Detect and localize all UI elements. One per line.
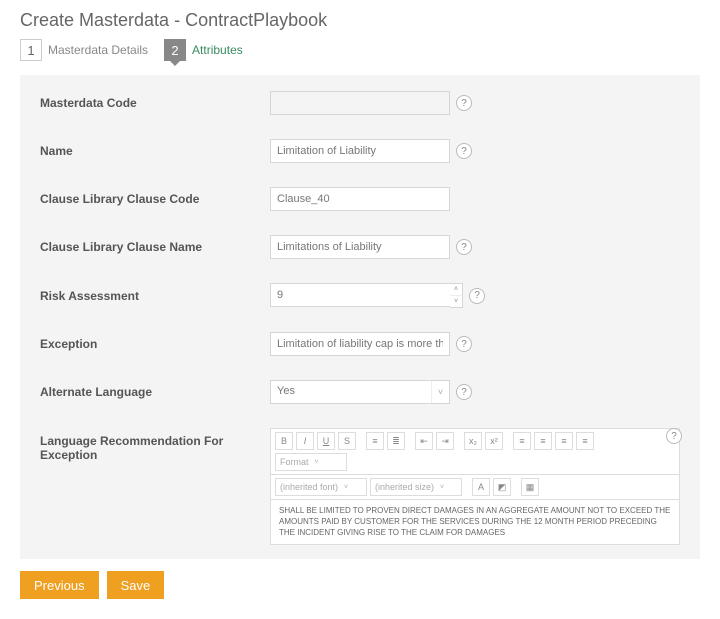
wizard-steps: 1 Masterdata Details 2 Attributes xyxy=(20,39,700,61)
alt-lang-value: Yes xyxy=(271,381,431,403)
exception-label: Exception xyxy=(40,337,270,351)
clause-name-label: Clause Library Clause Name xyxy=(40,240,270,254)
align-center-button[interactable]: ≡ xyxy=(534,432,552,450)
separator-icon xyxy=(465,478,469,496)
name-input[interactable] xyxy=(270,139,450,163)
chevron-down-icon: ˅ xyxy=(440,484,444,491)
font-family-label: (inherited font) xyxy=(280,482,338,492)
superscript-button[interactable]: x² xyxy=(485,432,503,450)
editor-content[interactable]: SHALL BE LIMITED TO PROVEN DIRECT DAMAGE… xyxy=(270,500,680,545)
risk-stepper[interactable]: ˄ ˅ xyxy=(270,283,463,308)
previous-button[interactable]: Previous xyxy=(20,571,99,599)
list-unordered-button[interactable]: ≣ xyxy=(387,432,405,450)
subscript-button[interactable]: x₂ xyxy=(464,432,482,450)
font-size-select[interactable]: (inherited size) ˅ xyxy=(370,478,462,496)
bg-color-button[interactable]: ◩ xyxy=(493,478,511,496)
list-ordered-button[interactable]: ≡ xyxy=(366,432,384,450)
help-icon[interactable]: ? xyxy=(456,143,472,159)
risk-input[interactable] xyxy=(270,283,450,307)
save-button[interactable]: Save xyxy=(107,571,165,599)
format-select[interactable]: Format ˅ xyxy=(275,453,347,471)
step-2-label[interactable]: Attributes xyxy=(192,39,243,57)
outdent-button[interactable]: ⇤ xyxy=(415,432,433,450)
font-size-label: (inherited size) xyxy=(375,482,434,492)
help-icon[interactable]: ? xyxy=(456,384,472,400)
step-1-number[interactable]: 1 xyxy=(20,39,42,61)
form-area: Masterdata Code ? Name ? Clause Library … xyxy=(20,75,700,559)
help-icon[interactable]: ? xyxy=(456,239,472,255)
help-icon[interactable]: ? xyxy=(666,428,682,444)
page-title: Create Masterdata - ContractPlaybook xyxy=(20,10,700,31)
lang-rec-label: Language Recommendation For Exception xyxy=(40,428,270,462)
chevron-down-icon[interactable]: ˅ xyxy=(450,296,462,307)
bold-button[interactable]: B xyxy=(275,432,293,450)
rich-editor: ? B I U S ≡ ≣ ⇤ ⇥ x₂ x² ≡ xyxy=(270,428,680,545)
align-left-button[interactable]: ≡ xyxy=(513,432,531,450)
italic-button[interactable]: I xyxy=(296,432,314,450)
separator-icon xyxy=(514,478,518,496)
risk-label: Risk Assessment xyxy=(40,289,270,303)
strike-button[interactable]: S xyxy=(338,432,356,450)
chevron-down-icon[interactable]: ˅ xyxy=(431,381,449,403)
step-2-number[interactable]: 2 xyxy=(164,39,186,61)
separator-icon xyxy=(359,432,363,450)
clause-code-label: Clause Library Clause Code xyxy=(40,192,270,206)
format-label: Format xyxy=(280,457,309,467)
help-icon[interactable]: ? xyxy=(456,95,472,111)
button-row: Previous Save xyxy=(20,571,700,599)
table-button[interactable]: ▦ xyxy=(521,478,539,496)
clause-name-input[interactable] xyxy=(270,235,450,259)
alt-lang-label: Alternate Language xyxy=(40,385,270,399)
alt-lang-select[interactable]: Yes ˅ xyxy=(270,380,450,404)
font-family-select[interactable]: (inherited font) ˅ xyxy=(275,478,367,496)
step-1-label[interactable]: Masterdata Details xyxy=(48,39,148,57)
help-icon[interactable]: ? xyxy=(456,336,472,352)
help-icon[interactable]: ? xyxy=(469,288,485,304)
underline-button[interactable]: U xyxy=(317,432,335,450)
exception-input[interactable] xyxy=(270,332,450,356)
separator-icon xyxy=(597,432,601,450)
editor-toolbar-row2: (inherited font) ˅ (inherited size) ˅ A … xyxy=(270,475,680,500)
name-label: Name xyxy=(40,144,270,158)
masterdata-code-label: Masterdata Code xyxy=(40,96,270,110)
chevron-down-icon: ˅ xyxy=(315,459,319,466)
editor-toolbar: B I U S ≡ ≣ ⇤ ⇥ x₂ x² ≡ ≡ ≡ xyxy=(270,428,680,475)
align-justify-button[interactable]: ≡ xyxy=(576,432,594,450)
indent-button[interactable]: ⇥ xyxy=(436,432,454,450)
separator-icon xyxy=(457,432,461,450)
align-right-button[interactable]: ≡ xyxy=(555,432,573,450)
separator-icon xyxy=(506,432,510,450)
chevron-up-icon[interactable]: ˄ xyxy=(450,284,462,296)
chevron-down-icon: ˅ xyxy=(344,484,348,491)
separator-icon xyxy=(408,432,412,450)
masterdata-code-input[interactable] xyxy=(270,91,450,115)
font-color-button[interactable]: A xyxy=(472,478,490,496)
clause-code-input[interactable] xyxy=(270,187,450,211)
